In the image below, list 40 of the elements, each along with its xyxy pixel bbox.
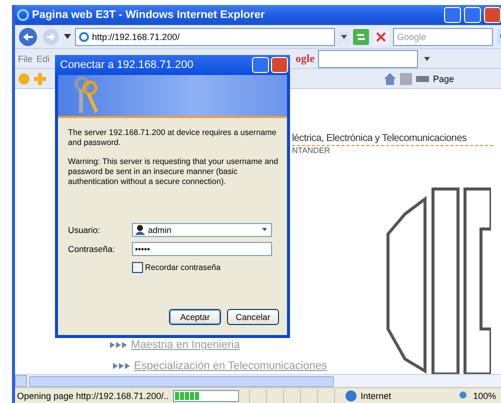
field-label: Contraseña:: [68, 244, 116, 254]
checkbox-label: Recordar contraseña: [145, 262, 221, 272]
zoom-level[interactable]: 100%: [473, 390, 496, 400]
page-heading: léctrica, Electrónica y Telecomunicaciones: [292, 133, 493, 146]
menu-item[interactable]: File: [18, 54, 33, 64]
toolbar-logo: ogle: [296, 52, 314, 64]
username-field[interactable]: admin: [132, 222, 272, 237]
help-button[interactable]: [252, 57, 269, 73]
forward-icon: [42, 28, 60, 46]
ok-button[interactable]: Aceptar: [169, 309, 221, 325]
browser-logo-icon: [17, 9, 29, 21]
menu-item[interactable]: Edi: [36, 54, 50, 64]
dialog-title: Conectar a 192.168.71.200: [60, 59, 194, 71]
toolbar-search-field[interactable]: [318, 50, 418, 68]
cancel-button[interactable]: Cancelar: [227, 309, 279, 325]
stop-icon: [373, 28, 389, 44]
plus-icon: [34, 72, 46, 84]
zone-label: Internet: [360, 390, 392, 400]
caret-icon: [339, 32, 349, 42]
address-field[interactable]: http://192.168.71.200/: [75, 28, 335, 46]
dialog-message: The server 192.168.71.200 at device requires a username and password.: [68, 128, 278, 148]
page-subheading: NTANDER: [292, 146, 332, 155]
field-label: Usuario:: [68, 224, 101, 235]
close-button[interactable]: [271, 57, 288, 73]
close-button[interactable]: [484, 7, 501, 23]
maximize-button[interactable]: [464, 7, 481, 23]
security-warning: Warning: This server is requesting that your username and password be sent in an insecure manner (basic authentication without a secure connection).: [68, 157, 279, 188]
back-icon: [18, 26, 38, 46]
status-text: Opening page http://192.168.71.200/..: [17, 390, 169, 400]
arrow-icon: [113, 363, 131, 369]
window-title: Pagina web E3T - Windows Internet Explorer: [32, 9, 266, 21]
page-menu[interactable]: Page: [432, 74, 454, 84]
caret-icon: [64, 34, 71, 39]
minimize-button[interactable]: [444, 7, 461, 23]
arrow-icon: [110, 342, 128, 348]
home-icon: [384, 72, 396, 84]
user-icon: [135, 224, 145, 236]
password-field[interactable]: •••••: [132, 242, 272, 256]
scrollbar-thumb[interactable]: [29, 376, 334, 386]
remember-checkbox[interactable]: [132, 262, 143, 273]
